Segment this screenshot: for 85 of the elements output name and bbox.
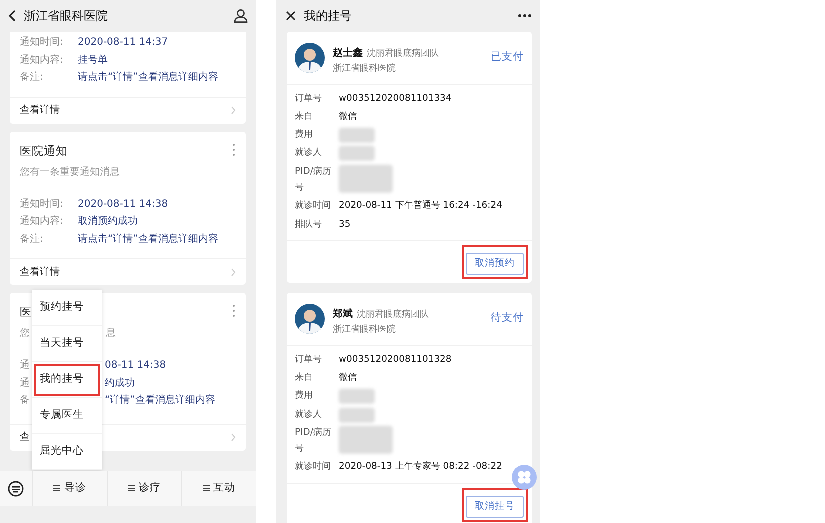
field-value: 2020-08-11 14:38: [78, 198, 168, 212]
close-icon[interactable]: [286, 11, 296, 21]
field-label: 通: [20, 376, 30, 390]
more-icon[interactable]: [518, 14, 532, 18]
field-label: 就诊人: [295, 408, 323, 422]
field-label: 费用: [295, 389, 314, 404]
field-label: 订单号: [295, 92, 323, 106]
field-label: 通: [20, 358, 30, 373]
field-value: w003512020081101328: [339, 352, 452, 367]
payment-status: 已支付: [491, 50, 524, 65]
field-value: 2020-08-11 14:37: [78, 36, 168, 50]
team-name: 沈丽君眼底病团队: [357, 310, 429, 320]
menu-tab[interactable]: 互动: [181, 471, 256, 506]
field-label: 排队号: [295, 218, 323, 232]
cancel-button[interactable]: 取消预约: [466, 252, 524, 276]
chevron-right-icon: [231, 268, 236, 276]
field-label: 费用: [295, 128, 314, 142]
field-label: 来自: [295, 370, 314, 385]
doctor-name: 赵士鑫: [333, 48, 363, 59]
redaction-mark: [339, 146, 375, 162]
field-label: 通知时间:: [20, 198, 64, 212]
menu-tab[interactable]: 导诊: [32, 471, 107, 506]
field-value: 2020-08-11 下午普通号 16:24 -16:24: [339, 199, 502, 214]
redaction-mark: [339, 408, 375, 423]
field-value: 微信: [339, 370, 357, 385]
field-label: 来自: [295, 110, 314, 124]
menu-icon: [128, 485, 135, 492]
avatar: [295, 42, 325, 73]
redaction-mark: [339, 128, 375, 144]
details-link[interactable]: 查看详情: [10, 96, 246, 124]
menu-item[interactable]: 当天挂号: [32, 326, 102, 362]
menu-icon: [202, 485, 210, 492]
field-value: 2020-08-13 上午专家号 08:22 -08:22: [339, 460, 502, 474]
field-value: 微信: [339, 110, 357, 124]
field-value: 08-11 14:38: [105, 359, 168, 373]
hospital-name: 浙江省眼科医院: [333, 63, 397, 76]
avatar: [295, 304, 325, 334]
details-link[interactable]: 查看详情: [10, 258, 246, 285]
field-label: 备: [20, 394, 30, 408]
card-subtitle: 息: [106, 326, 116, 341]
menu-item[interactable]: 我的挂号: [32, 362, 102, 398]
field-label: 备注:: [20, 232, 44, 246]
field-label: PID/病历号: [295, 426, 332, 456]
field-value: 挂号单: [78, 54, 108, 68]
redaction-mark: [339, 426, 393, 454]
field-label: PID/病历号: [295, 164, 332, 195]
person-icon[interactable]: [234, 9, 248, 23]
menu-item[interactable]: 专属医生: [32, 398, 102, 434]
menu-tab[interactable]: 诊疗: [106, 471, 182, 506]
card-title: 医院通知: [20, 142, 68, 160]
card-subtitle: 您: [20, 327, 30, 341]
menu-icon: [53, 485, 60, 492]
field-value: w003512020081101334: [339, 92, 452, 106]
back-icon[interactable]: [8, 10, 16, 22]
field-value: 35: [339, 218, 351, 232]
hospital-name: 浙江省眼科医院: [333, 324, 397, 338]
team-name: 沈丽君眼底病团队: [367, 49, 439, 59]
menu-item[interactable]: 屈光中心: [32, 434, 102, 470]
field-label: 就诊时间: [295, 199, 332, 214]
redaction-mark: [339, 389, 375, 404]
field-value: 取消预约成功: [78, 214, 138, 229]
redaction-mark: [339, 164, 393, 193]
flower-button-icon[interactable]: [512, 465, 537, 490]
field-value: 请点击“详情”查看消息详细内容: [78, 232, 218, 246]
field-value: 约成功: [105, 376, 136, 390]
page-title: 浙江省眼科医院: [24, 8, 108, 25]
field-value: 请点击“详情”查看消息详细内容: [78, 70, 218, 85]
card-title: 医: [20, 304, 32, 321]
field-label: 就诊时间: [295, 460, 332, 474]
cancel-button[interactable]: 取消挂号: [466, 496, 524, 518]
payment-status: 待支付: [491, 311, 524, 326]
chevron-right-icon: [231, 106, 236, 115]
doctor-name: 郑斌: [333, 309, 353, 320]
page-title: 我的挂号: [304, 8, 352, 25]
field-label: 通知内容:: [20, 54, 64, 68]
field-label: 备注:: [20, 70, 44, 85]
keyboard-icon[interactable]: [8, 480, 24, 496]
menu-item[interactable]: 预约挂号: [32, 290, 102, 326]
field-label: 订单号: [295, 352, 323, 367]
card-subtitle: 您有一条重要通知消息: [20, 166, 120, 180]
field-label: 通知时间:: [20, 36, 64, 50]
field-label: 通知内容:: [20, 214, 64, 229]
field-value: “详情”查看消息详细内容: [105, 394, 216, 408]
field-label: 就诊人: [295, 146, 323, 160]
chevron-right-icon: [231, 433, 236, 442]
